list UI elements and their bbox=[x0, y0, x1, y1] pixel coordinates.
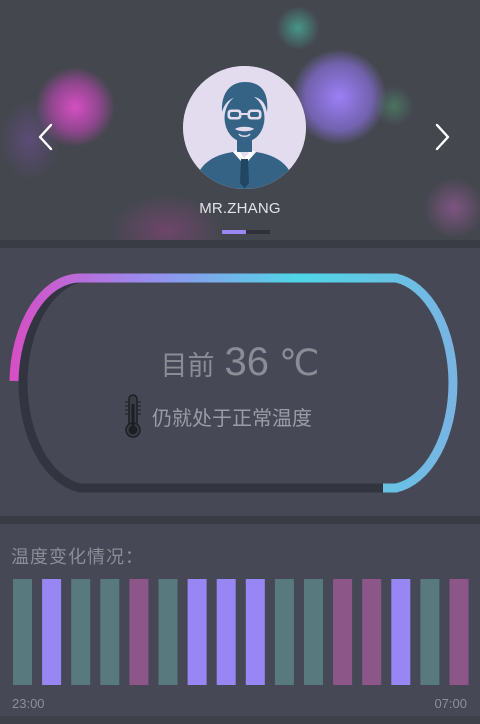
history-bar[interactable] bbox=[304, 579, 323, 685]
history-bar[interactable] bbox=[71, 579, 91, 685]
history-bar[interactable] bbox=[333, 579, 353, 685]
history-bar[interactable] bbox=[420, 579, 440, 685]
history-bar[interactable] bbox=[13, 579, 32, 685]
history-bar[interactable] bbox=[216, 579, 236, 685]
history-bar[interactable] bbox=[362, 579, 382, 685]
history-bar[interactable] bbox=[245, 579, 265, 685]
history-bar[interactable] bbox=[391, 579, 411, 685]
history-end-time: 07:00 bbox=[434, 696, 467, 711]
history-bar[interactable] bbox=[449, 579, 469, 685]
temperature-history-bars bbox=[13, 579, 469, 685]
history-bar[interactable] bbox=[274, 579, 294, 685]
history-bar[interactable] bbox=[129, 579, 149, 685]
history-bar[interactable] bbox=[100, 579, 120, 685]
bottom-bar bbox=[0, 716, 480, 724]
history-start-time: 23:00 bbox=[12, 696, 45, 711]
history-bar[interactable] bbox=[158, 579, 178, 685]
history-bar[interactable] bbox=[187, 579, 207, 685]
history-bar[interactable] bbox=[42, 579, 62, 685]
